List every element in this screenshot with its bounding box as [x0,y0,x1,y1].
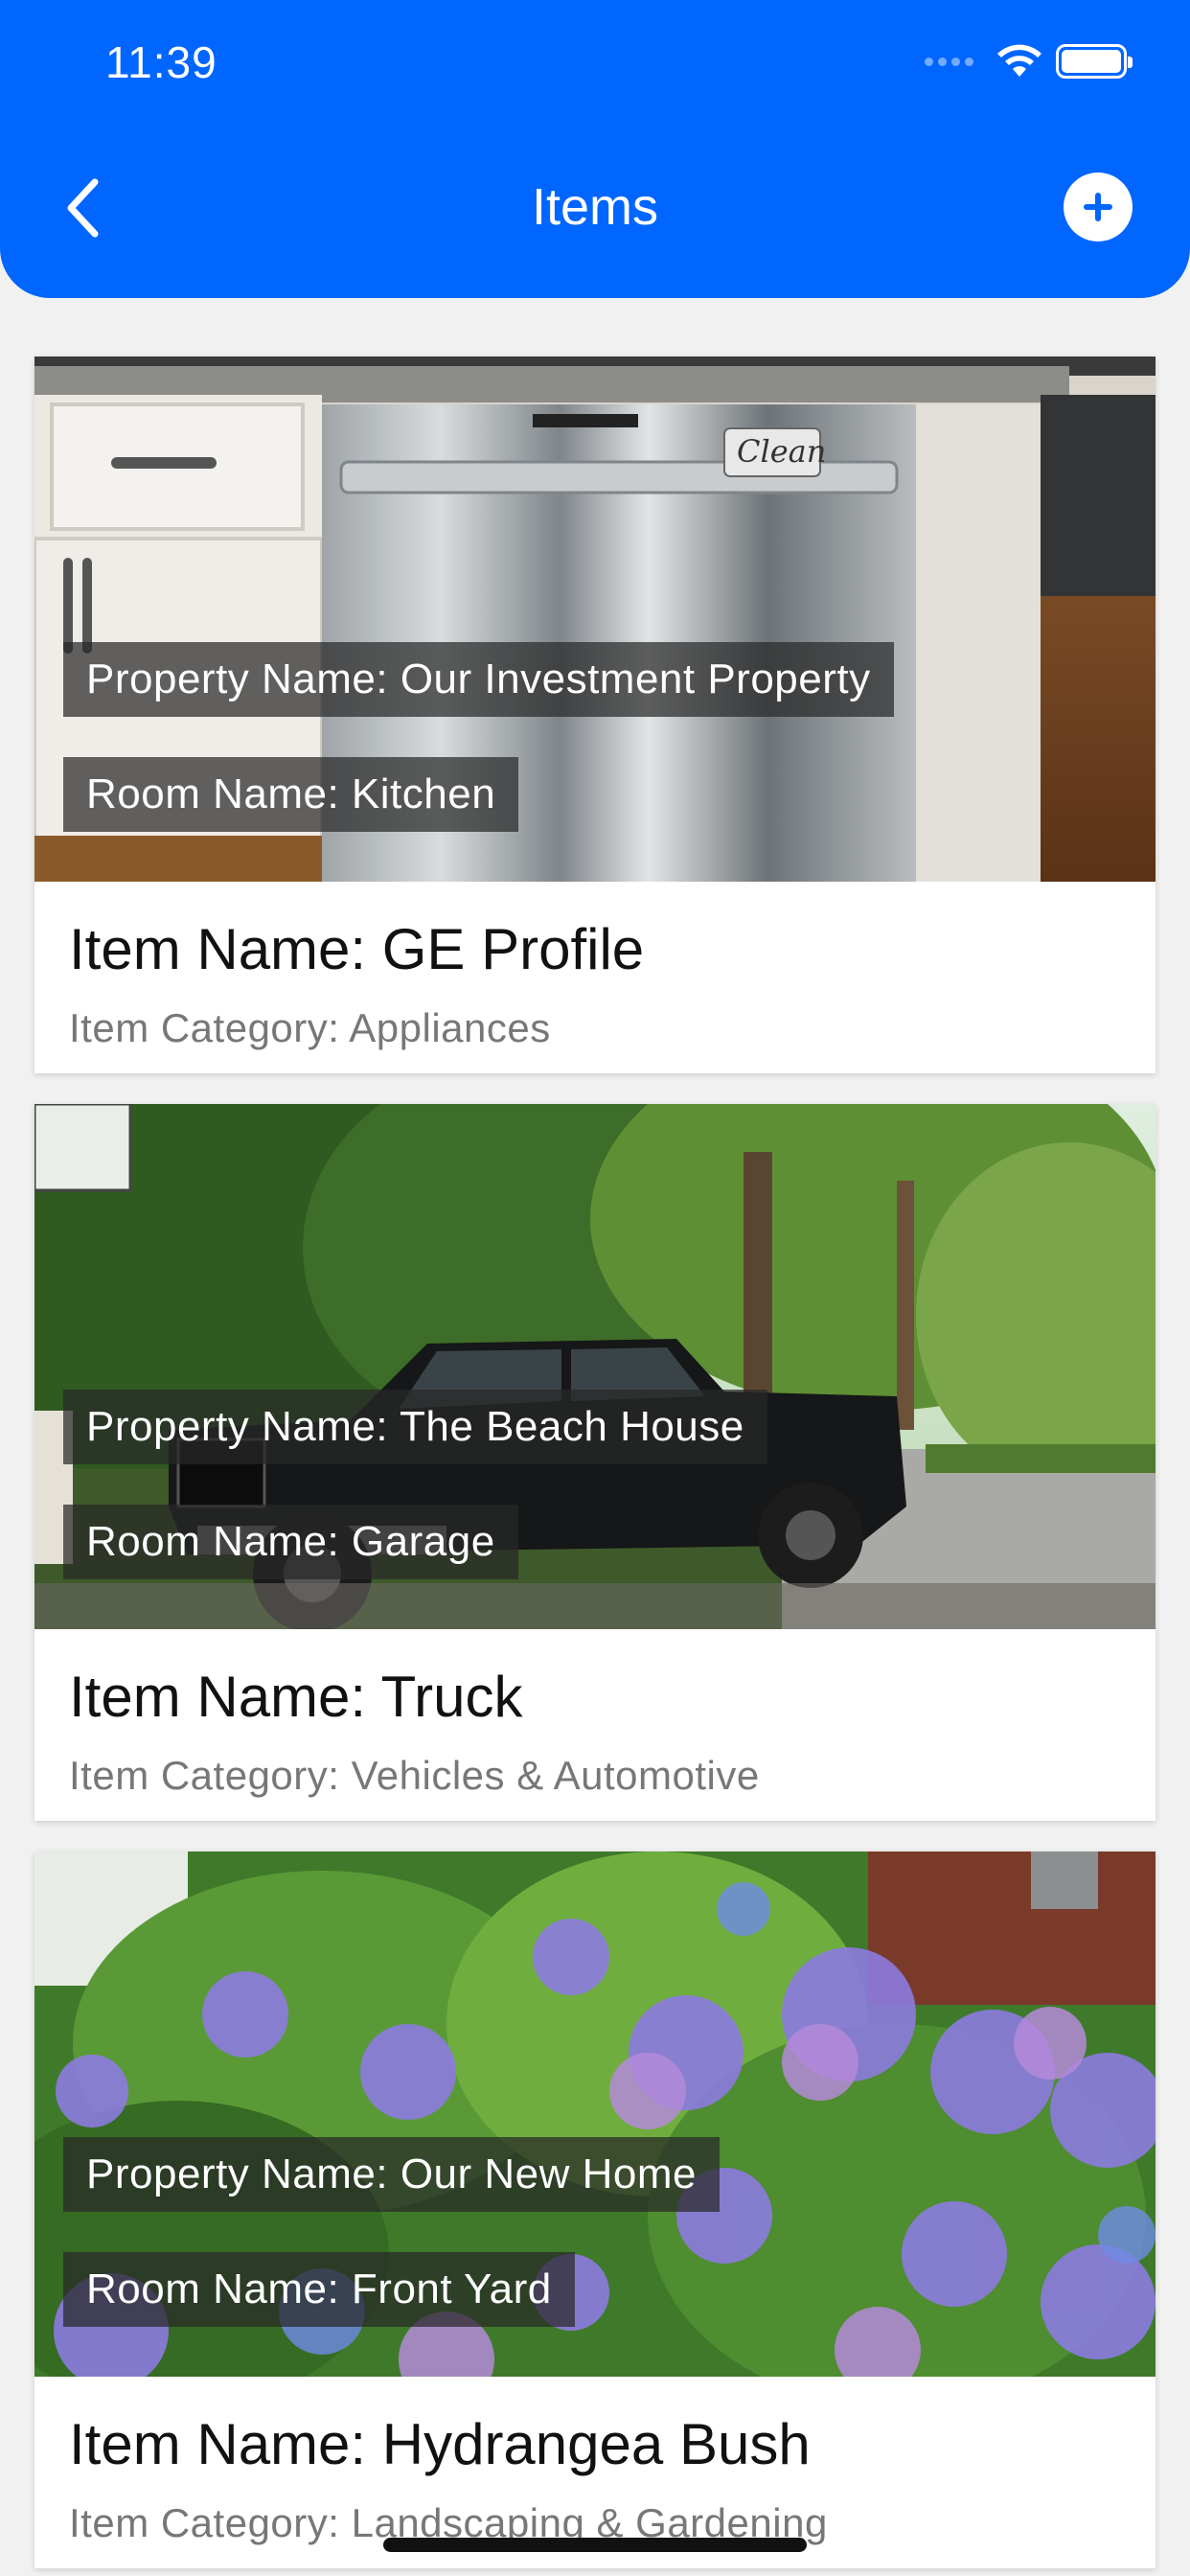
page-title: Items [531,178,659,236]
item-photo-hydrangea: Property Name: Our New Home Room Name: F… [34,1852,1156,2377]
item-name: Item Name: GE Profile [69,917,645,981]
room-name-label: Room Name: Garage [63,1505,518,1579]
plus-icon [1084,193,1112,221]
item-card[interactable]: Property Name: The Beach House Room Name… [34,1104,1156,1821]
room-name-label: Room Name: Kitchen [63,757,519,832]
items-list[interactable]: Clean Property Name: Our Investment Prop… [34,356,1156,2576]
item-name: Item Name: Truck [69,1665,523,1729]
item-photo-dishwasher: Clean Property Name: Our Investment Prop… [34,356,1156,882]
property-name-label: Property Name: The Beach House [63,1390,767,1464]
app-header: 11:39 Items [0,0,1190,298]
add-item-button[interactable] [1064,172,1133,242]
status-time: 11:39 [105,37,217,87]
property-name-label: Property Name: Our Investment Property [63,642,894,717]
item-category: Item Category: Appliances [69,1005,551,1050]
room-name-label: Room Name: Front Yard [63,2252,575,2327]
battery-icon [1056,44,1133,79]
item-name: Item Name: Hydrangea Bush [69,2412,811,2476]
home-indicator [383,2538,807,2552]
clean-watermark: Clean [737,433,826,470]
property-name-label: Property Name: Our New Home [63,2137,721,2212]
wifi-icon [997,44,1041,77]
item-card[interactable]: Property Name: Our New Home Room Name: F… [34,1852,1156,2568]
status-icons [925,44,1133,79]
signal-icon [925,57,973,66]
item-category: Item Category: Vehicles & Automotive [69,1753,760,1798]
item-photo-truck: Property Name: The Beach House Room Name… [34,1104,1156,1629]
item-card[interactable]: Clean Property Name: Our Investment Prop… [34,356,1156,1073]
